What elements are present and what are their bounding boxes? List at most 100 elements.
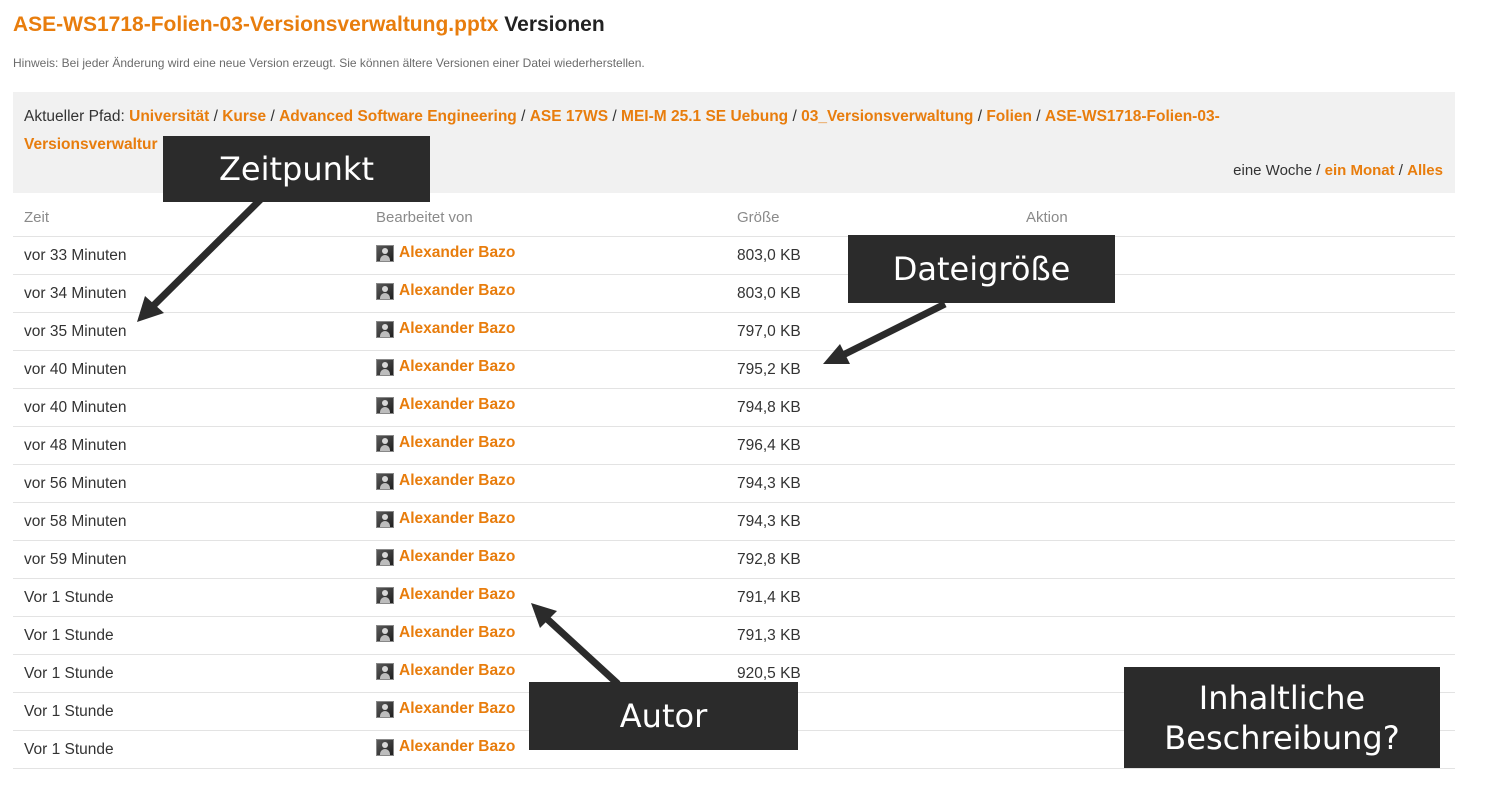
avatar[interactable] (376, 548, 394, 566)
breadcrumb-universitaet[interactable]: Universität (129, 108, 209, 125)
version-time: vor 40 Minuten (13, 388, 365, 427)
avatar[interactable] (376, 396, 394, 414)
version-author-cell: Alexander Bazo (365, 578, 726, 617)
author-link[interactable]: Alexander Bazo (399, 434, 515, 452)
callout-beschreibung: Inhaltliche Beschreibung? (1124, 667, 1440, 768)
breadcrumb-line-2: Versionsverwaltur (24, 136, 158, 154)
avatar[interactable] (376, 244, 394, 262)
author-link[interactable]: Alexander Bazo (399, 510, 515, 528)
filter-separator: / (1398, 162, 1403, 179)
avatar[interactable] (376, 738, 394, 756)
breadcrumb-kurse[interactable]: Kurse (222, 108, 266, 125)
table-row: vor 34 Minuten Alexander Bazo 803,0 KB (13, 274, 1455, 313)
page-title: ASE-WS1718-Folien-03-Versionsverwaltung.… (13, 13, 605, 37)
title-suffix: Versionen (504, 13, 605, 36)
avatar[interactable] (376, 624, 394, 642)
avatar[interactable] (376, 662, 394, 680)
version-author-cell: Alexander Bazo (365, 540, 726, 579)
table-row: vor 58 Minuten Alexander Bazo 794,3 KB (13, 502, 1455, 541)
author-wrap: Alexander Bazo (376, 358, 515, 376)
table-row: vor 33 Minuten Alexander Bazo 803,0 KB (13, 236, 1455, 275)
version-action (1015, 502, 1455, 541)
version-action (1015, 540, 1455, 579)
author-link[interactable]: Alexander Bazo (399, 586, 515, 604)
author-wrap: Alexander Bazo (376, 586, 515, 604)
filter-all[interactable]: Alles (1407, 162, 1443, 179)
breadcrumb-file-continued[interactable]: Versionsverwaltur (24, 136, 158, 153)
author-link[interactable]: Alexander Bazo (399, 320, 515, 338)
author-link[interactable]: Alexander Bazo (399, 662, 515, 680)
table-row: vor 48 Minuten Alexander Bazo 796,4 KB (13, 426, 1455, 465)
breadcrumb-separator: / (1036, 108, 1041, 125)
filter-month[interactable]: ein Monat (1325, 162, 1395, 179)
breadcrumb-separator: / (213, 108, 218, 125)
breadcrumb: Aktueller Pfad: Universität / Kurse / Ad… (24, 108, 1220, 126)
breadcrumb-separator: / (612, 108, 617, 125)
breadcrumb-separator: / (977, 108, 983, 125)
author-wrap: Alexander Bazo (376, 244, 515, 262)
author-link[interactable]: Alexander Bazo (399, 624, 515, 642)
version-time: Vor 1 Stunde (13, 730, 365, 769)
version-time: Vor 1 Stunde (13, 692, 365, 731)
version-size: 791,3 KB (726, 616, 1015, 655)
filter-week[interactable]: eine Woche (1233, 162, 1312, 179)
callout-beschreibung-text: Inhaltliche Beschreibung? (1164, 678, 1400, 757)
author-link[interactable]: Alexander Bazo (399, 244, 515, 262)
version-size: 792,8 KB (726, 540, 1015, 579)
avatar[interactable] (376, 358, 394, 376)
version-time: vor 58 Minuten (13, 502, 365, 541)
breadcrumb-separator: / (792, 108, 797, 125)
version-size: 795,2 KB (726, 350, 1015, 389)
version-size: 791,4 KB (726, 578, 1015, 617)
column-header-action: Aktion (1015, 199, 1455, 237)
author-link[interactable]: Alexander Bazo (399, 282, 515, 300)
breadcrumb-semester[interactable]: ASE 17WS (530, 108, 608, 125)
breadcrumb-label: Aktueller Pfad: (24, 108, 125, 125)
avatar[interactable] (376, 700, 394, 718)
avatar[interactable] (376, 320, 394, 338)
table-row: vor 56 Minuten Alexander Bazo 794,3 KB (13, 464, 1455, 503)
breadcrumb-file[interactable]: ASE-WS1718-Folien-03- (1045, 108, 1220, 125)
avatar[interactable] (376, 586, 394, 604)
author-wrap: Alexander Bazo (376, 662, 515, 680)
callout-zeitpunkt: Zeitpunkt (163, 136, 430, 202)
breadcrumb-course[interactable]: Advanced Software Engineering (279, 108, 517, 125)
author-link[interactable]: Alexander Bazo (399, 472, 515, 490)
author-link[interactable]: Alexander Bazo (399, 358, 515, 376)
version-author-cell: Alexander Bazo (365, 464, 726, 503)
author-link[interactable]: Alexander Bazo (399, 738, 515, 756)
author-wrap: Alexander Bazo (376, 738, 515, 756)
author-wrap: Alexander Bazo (376, 700, 515, 718)
avatar[interactable] (376, 434, 394, 452)
column-header-size[interactable]: Größe (726, 199, 1015, 237)
author-link[interactable]: Alexander Bazo (399, 548, 515, 566)
column-header-author[interactable]: Bearbeitet von (365, 199, 726, 237)
breadcrumb-folder-folien[interactable]: Folien (986, 108, 1032, 125)
breadcrumb-separator: / (270, 108, 275, 125)
version-size: 794,3 KB (726, 464, 1015, 503)
avatar[interactable] (376, 282, 394, 300)
version-author-cell: Alexander Bazo (365, 502, 726, 541)
column-header-time[interactable]: Zeit (13, 199, 365, 237)
version-author-cell: Alexander Bazo (365, 426, 726, 465)
version-action (1015, 388, 1455, 427)
version-time: vor 33 Minuten (13, 236, 365, 275)
table-row: vor 40 Minuten Alexander Bazo 795,2 KB (13, 350, 1455, 389)
version-size: 796,4 KB (726, 426, 1015, 465)
table-row: vor 59 Minuten Alexander Bazo 792,8 KB (13, 540, 1455, 579)
breadcrumb-module[interactable]: MEI-M 25.1 SE Uebung (621, 108, 788, 125)
author-link[interactable]: Alexander Bazo (399, 396, 515, 414)
version-action (1015, 350, 1455, 389)
avatar[interactable] (376, 472, 394, 490)
avatar[interactable] (376, 510, 394, 528)
table-row: vor 40 Minuten Alexander Bazo 794,8 KB (13, 388, 1455, 427)
version-action (1015, 312, 1455, 351)
table-header-row: Zeit Bearbeitet von Größe Aktion (13, 199, 1455, 237)
file-name-title: ASE-WS1718-Folien-03-Versionsverwaltung.… (13, 13, 499, 36)
breadcrumb-folder-versionsverwaltung[interactable]: 03_Versionsverwaltung (801, 108, 973, 125)
author-wrap: Alexander Bazo (376, 396, 515, 414)
version-action (1015, 464, 1455, 503)
author-link[interactable]: Alexander Bazo (399, 700, 515, 718)
version-author-cell: Alexander Bazo (365, 236, 726, 275)
version-size: 794,8 KB (726, 388, 1015, 427)
